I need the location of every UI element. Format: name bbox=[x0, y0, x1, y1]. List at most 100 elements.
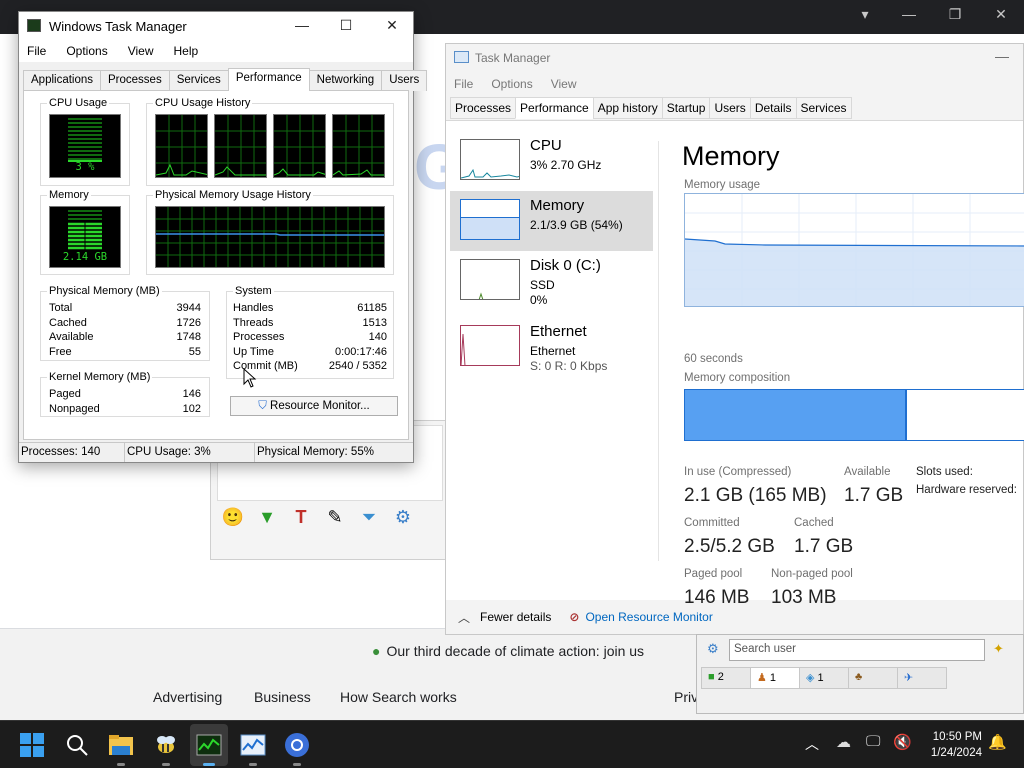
tab-performance[interactable]: Performance bbox=[515, 97, 594, 119]
classic-window-title: Windows Task Manager bbox=[49, 19, 187, 34]
volume-muted-icon[interactable]: 🔇 bbox=[893, 733, 912, 751]
leaf-icon: ● bbox=[372, 643, 381, 659]
menu-options[interactable]: Options bbox=[491, 77, 532, 91]
memory-group: Memory 2.14 GB bbox=[40, 189, 130, 275]
font-icon[interactable]: T bbox=[289, 507, 313, 528]
filter-icon[interactable]: ⏷ bbox=[357, 507, 381, 528]
system-table: Handles 61185 Threads 1513 Processes 140 Up… bbox=[233, 302, 387, 375]
modern-tabs: Processes Performance App history Startu… bbox=[450, 97, 852, 119]
tab-services[interactable]: Services bbox=[168, 70, 229, 91]
chat-tab-pin[interactable]: ✈ bbox=[897, 667, 947, 689]
nudge-icon[interactable]: ▼ bbox=[255, 507, 279, 528]
tab-app-history[interactable]: App history bbox=[592, 97, 663, 119]
menu-options[interactable]: Options bbox=[66, 44, 107, 58]
search-icon[interactable] bbox=[64, 732, 90, 758]
tab-networking[interactable]: Networking bbox=[308, 70, 383, 91]
menu-help[interactable]: Help bbox=[174, 44, 199, 58]
chat-tab-conversations[interactable]: ◈ 1 bbox=[799, 667, 849, 689]
resource-monitor-button[interactable]: ⛉ Resource Monitor... bbox=[230, 396, 398, 416]
resource-cpu[interactable]: CPU 3% 2.70 GHz bbox=[450, 131, 653, 191]
open-resource-monitor-link[interactable]: Open Resource Monitor bbox=[585, 610, 712, 624]
performance-panel: CPU Usage 3 % CPU Usage History Memory 2… bbox=[23, 90, 409, 440]
group-label: Physical Memory (MB) bbox=[47, 285, 162, 297]
onedrive-icon[interactable]: ☁ bbox=[836, 733, 851, 751]
chrome-icon[interactable] bbox=[284, 732, 310, 758]
kernel-memory-table: Paged 146 Nonpaged 102 bbox=[49, 388, 201, 417]
chat-tab-online[interactable]: ■ 2 bbox=[701, 667, 751, 689]
table-row: Handles 61185 bbox=[233, 302, 387, 314]
tab-services[interactable]: Services bbox=[795, 97, 852, 119]
taskbar-active-indicator bbox=[203, 763, 215, 766]
tab-applications[interactable]: Applications bbox=[23, 70, 102, 91]
chevron-up-icon[interactable]: ︿ bbox=[805, 734, 819, 754]
available-label: Available bbox=[844, 466, 891, 478]
menu-file[interactable]: File bbox=[454, 77, 473, 91]
fewer-details-link[interactable]: Fewer details bbox=[480, 610, 551, 624]
cpu-history-group: CPU Usage History bbox=[146, 97, 394, 186]
smiley-icon[interactable]: 🙂 bbox=[221, 507, 245, 528]
time-span-label: 60 seconds bbox=[684, 353, 743, 365]
clock-time: 10:50 PM bbox=[932, 731, 982, 743]
chat-tab-groups[interactable]: ♣ bbox=[848, 667, 898, 689]
restore-icon[interactable]: ❐ bbox=[940, 6, 970, 23]
menu-view[interactable]: View bbox=[551, 77, 577, 91]
chat-contacts-widget: ⚙ Search user ✦ ■ 2 ♟ 1 ◈ 1 ♣ ✈ bbox=[696, 634, 1024, 714]
color-icon[interactable]: ✎ bbox=[323, 507, 347, 528]
tab-processes[interactable]: Processes bbox=[450, 97, 517, 119]
footer-link-privacy[interactable]: Priv bbox=[674, 689, 698, 705]
committed-label: Committed bbox=[684, 517, 740, 529]
broom-icon[interactable]: ✦ bbox=[993, 641, 1004, 657]
minimize-icon[interactable]: — bbox=[287, 17, 317, 33]
settings-icon[interactable]: ⚙ bbox=[391, 507, 415, 528]
menu-view[interactable]: View bbox=[128, 44, 154, 58]
status-cpu: CPU Usage: 3% bbox=[125, 443, 255, 462]
tab-processes[interactable]: Processes bbox=[100, 70, 170, 91]
detail-title: Memory bbox=[682, 141, 780, 171]
tab-users[interactable]: Users bbox=[709, 97, 751, 119]
hardware-reserved-label: Hardware reserved: bbox=[916, 484, 1017, 496]
close-icon[interactable]: ✕ bbox=[986, 6, 1016, 23]
classic-tabs: Applications Processes Services Performa… bbox=[23, 68, 428, 91]
users-icon: ♟ bbox=[757, 672, 770, 684]
tab-details[interactable]: Details bbox=[749, 97, 797, 119]
minimize-icon[interactable]: — bbox=[995, 48, 1009, 64]
network-icon[interactable]: 🖵 bbox=[866, 733, 880, 750]
available-value: 1.7 GB bbox=[844, 485, 904, 506]
resource-disk[interactable]: Disk 0 (C:) SSD 0% bbox=[450, 251, 653, 311]
minimize-icon[interactable]: — bbox=[894, 6, 924, 22]
committed-value: 2.5/5.2 GB bbox=[684, 536, 775, 557]
memory-composition-bar bbox=[684, 389, 1024, 441]
kernel-memory-group: Kernel Memory (MB) Paged 146 Nonpaged 102 bbox=[40, 371, 210, 417]
classic-menubar: File Options View Help bbox=[19, 40, 413, 62]
search-user-input[interactable]: Search user bbox=[729, 639, 985, 661]
tab-performance[interactable]: Performance bbox=[227, 68, 310, 91]
chevron-up-icon[interactable]: ︿ bbox=[458, 609, 470, 626]
tab-users[interactable]: Users bbox=[381, 70, 428, 91]
cpu-thumbnail bbox=[460, 139, 520, 180]
in-use-value: 2.1 GB (165 MB) bbox=[684, 485, 827, 506]
classic-task-manager-icon[interactable] bbox=[196, 732, 222, 758]
disk-thumbnail bbox=[460, 259, 520, 300]
memory-usage-graph bbox=[684, 193, 1024, 307]
menu-file[interactable]: File bbox=[27, 44, 46, 58]
chevron-down-icon[interactable]: ▾ bbox=[850, 6, 880, 23]
tab-startup[interactable]: Startup bbox=[661, 97, 711, 119]
resource-memory[interactable]: Memory 2.1/3.9 GB (54%) bbox=[450, 191, 653, 251]
close-icon[interactable]: ✕ bbox=[377, 17, 407, 34]
resource-ethernet[interactable]: Ethernet Ethernet S: 0 R: 0 Kbps bbox=[450, 317, 653, 377]
file-explorer-icon[interactable] bbox=[108, 732, 134, 758]
taskbar-clock[interactable]: 10:50 PM 1/24/2024 bbox=[931, 729, 982, 761]
footer-link-how-search-works[interactable]: How Search works bbox=[340, 689, 457, 705]
footer-link-business[interactable]: Business bbox=[254, 689, 311, 705]
task-manager-icon[interactable] bbox=[240, 732, 266, 758]
resource-detail: Ethernet bbox=[530, 344, 576, 358]
group-label: System bbox=[233, 285, 274, 297]
maximize-icon[interactable]: ☐ bbox=[331, 17, 361, 34]
chat-tab-contacts[interactable]: ♟ 1 bbox=[750, 667, 800, 689]
settings-icon[interactable]: ⚙ bbox=[707, 641, 719, 657]
bee-app-icon[interactable] bbox=[153, 732, 179, 758]
footer-link-advertising[interactable]: Advertising bbox=[153, 689, 222, 705]
windows-start-icon[interactable] bbox=[19, 732, 45, 758]
climate-banner[interactable]: ● Our third decade of climate action: joi… bbox=[372, 643, 644, 659]
notification-bell-icon[interactable]: 🔔 bbox=[988, 733, 1007, 751]
